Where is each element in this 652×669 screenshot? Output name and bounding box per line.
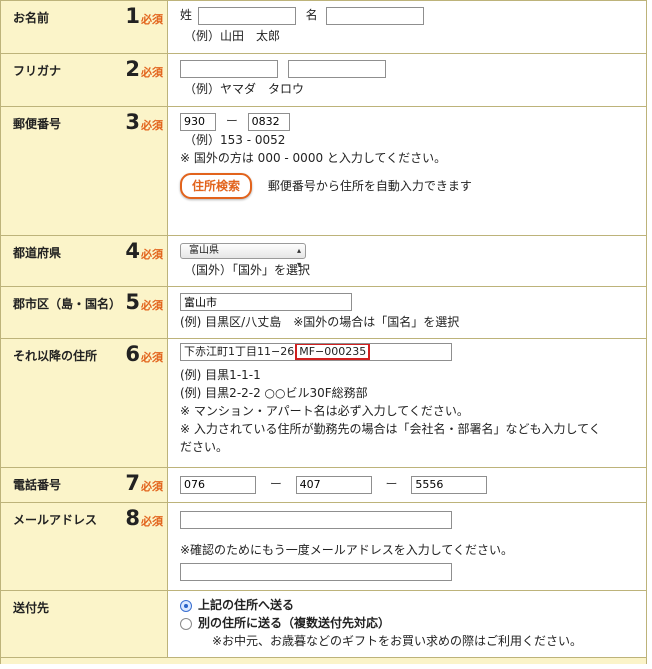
field-number: 5	[125, 290, 140, 314]
radio-unselected-icon[interactable]	[180, 617, 192, 630]
postal-example: （例）153 - 0052	[184, 132, 286, 147]
field-label: メールアドレス	[13, 513, 98, 527]
field-label: 郵便番号	[13, 117, 62, 131]
field-label: 都道府県	[13, 246, 62, 260]
field-number: 4	[125, 239, 140, 263]
sei-label: 姓	[180, 8, 193, 22]
prefecture-selected-value: 富山県	[189, 244, 219, 256]
row-email: メールアドレス 8 必須 ※確認のためにもう一度メールアドレスを入力してください…	[1, 503, 646, 591]
postal-separator: ー	[225, 114, 238, 128]
field-number: 2	[125, 57, 140, 81]
email-input[interactable]	[180, 510, 452, 529]
field-label: お名前	[13, 11, 50, 25]
field-number: 8	[125, 506, 140, 530]
postal-code-first-input[interactable]	[180, 112, 216, 131]
last-name-input[interactable]	[197, 6, 296, 25]
required-badge: 必須	[141, 66, 163, 79]
shipping-option-1-label: 上記の住所へ送る	[198, 598, 295, 612]
required-badge: 必須	[141, 480, 163, 493]
address-search-button[interactable]: 住所検索	[180, 172, 253, 199]
mei-label: 名	[305, 8, 318, 22]
required-badge: 必須	[141, 299, 163, 312]
first-name-input[interactable]	[325, 6, 424, 25]
address-note-2a: ※ 入力されている住所が勤務先の場合は「会社名・部署名」なども入力してく	[180, 422, 601, 436]
row-postal: 郵便番号 3 必須 ー （例）153 - 0052 ※ 国外の方は 000 - …	[1, 107, 646, 236]
row-shipping: 送付先 上記の住所へ送る 別の住所に送る（複数送付先対応） ※お中元、お歳暮など…	[1, 591, 646, 658]
field-label: フリガナ	[13, 64, 62, 78]
label-cell: 送付先	[1, 591, 168, 657]
required-badge: 必須	[141, 119, 163, 132]
field-label: それ以降の住所	[13, 349, 98, 363]
email-confirm-note: ※確認のためにもう一度メールアドレスを入力してください。	[180, 542, 513, 557]
address-example-1: (例) 目黒1-1-1	[180, 368, 261, 382]
address-input-text: 下赤江町1丁目11−26	[184, 345, 295, 358]
label-cell: フリガナ 2 必須	[1, 54, 168, 106]
shipping-option-other[interactable]: 別の住所に送る（複数送付先対応）	[180, 614, 636, 632]
prefecture-select[interactable]: 富山県 ▴ ▾	[180, 242, 306, 269]
highlighted-code: MF−000235	[295, 344, 371, 360]
furigana-mei-input[interactable]	[287, 59, 386, 78]
field-label: 電話番号	[13, 478, 62, 492]
select-arrows-icon: ▴ ▾	[296, 245, 301, 269]
label-cell: メールアドレス 8 必須	[1, 503, 168, 590]
label-cell: 郵便番号 3 必須	[1, 107, 168, 235]
required-badge: 必須	[141, 351, 163, 364]
order-form: お名前 1 必須 姓 名 （例）山田 太郎 フリガナ 2 必須 （例）ヤマダ タ…	[0, 0, 647, 664]
phone-exchange-input[interactable]	[295, 475, 372, 494]
row-name: お名前 1 必須 姓 名 （例）山田 太郎	[1, 0, 646, 54]
postal-note: ※ 国外の方は 000 - 0000 と入力してください。	[180, 150, 447, 165]
phone-number-input[interactable]	[411, 475, 488, 494]
address-note-2b: ださい。	[180, 440, 229, 454]
row-prefecture: 都道府県 4 必須 富山県 ▴ ▾ （国外）「国外」を選択	[1, 236, 646, 287]
city-input[interactable]	[180, 292, 352, 311]
row-city: 郡市区（島・国名） 5 必須 (例) 目黒区/八丈島 ※国外の場合は「国名」を選…	[1, 287, 646, 339]
label-cell: お名前 1 必須	[1, 1, 168, 53]
city-example: (例) 目黒区/八丈島 ※国外の場合は「国名」を選択	[180, 314, 460, 329]
required-badge: 必須	[141, 13, 163, 26]
required-badge: 必須	[141, 515, 163, 528]
row-furigana: フリガナ 2 必須 （例）ヤマダ タロウ	[1, 54, 646, 107]
furigana-example: （例）ヤマダ タロウ	[184, 81, 305, 96]
shipping-note: ※お中元、お歳暮などのギフトをお買い求めの際はご利用ください。	[212, 634, 583, 648]
radio-selected-icon[interactable]	[180, 599, 192, 612]
address-note-1: ※ マンション・アパート名は必ず入力してください。	[180, 404, 469, 418]
address-example-2: (例) 目黒2-2-2 ○○ビル30F総務部	[180, 386, 368, 400]
label-cell: 都道府県 4 必須	[1, 236, 168, 286]
required-badge: 必須	[141, 248, 163, 261]
name-example: （例）山田 太郎	[184, 28, 281, 43]
prefecture-note: （国外）「国外」を選択	[184, 263, 311, 277]
field-label: 送付先	[13, 601, 50, 615]
address-input[interactable]: 下赤江町1丁目11−26 MF−000235	[180, 343, 452, 361]
shipping-option-same[interactable]: 上記の住所へ送る	[180, 596, 636, 614]
row-address: それ以降の住所 6 必須 下赤江町1丁目11−26 MF−000235 (例) 目…	[1, 339, 646, 468]
address-search-hint: 郵便番号から住所を自動入力できます	[267, 178, 472, 193]
shipping-option-2-label: 別の住所に送る（複数送付先対応）	[198, 616, 391, 630]
furigana-sei-input[interactable]	[180, 59, 278, 78]
field-number: 3	[125, 110, 140, 134]
email-confirm-input[interactable]	[180, 562, 452, 581]
phone-separator-1: ー	[269, 477, 282, 491]
field-label: 郡市区（島・国名）	[13, 297, 122, 311]
phone-separator-2: ー	[385, 477, 398, 491]
label-cell: 郡市区（島・国名） 5 必須	[1, 287, 168, 338]
postal-code-second-input[interactable]	[247, 112, 290, 131]
field-number: 6	[125, 342, 140, 366]
field-number: 1	[125, 4, 140, 28]
label-cell: それ以降の住所 6 必須	[1, 339, 168, 467]
bottom-strip	[1, 658, 646, 664]
phone-area-input[interactable]	[180, 475, 256, 494]
field-number: 7	[125, 471, 140, 495]
row-phone: 電話番号 7 必須 ー ー	[1, 468, 646, 503]
label-cell: 電話番号 7 必須	[1, 468, 168, 502]
